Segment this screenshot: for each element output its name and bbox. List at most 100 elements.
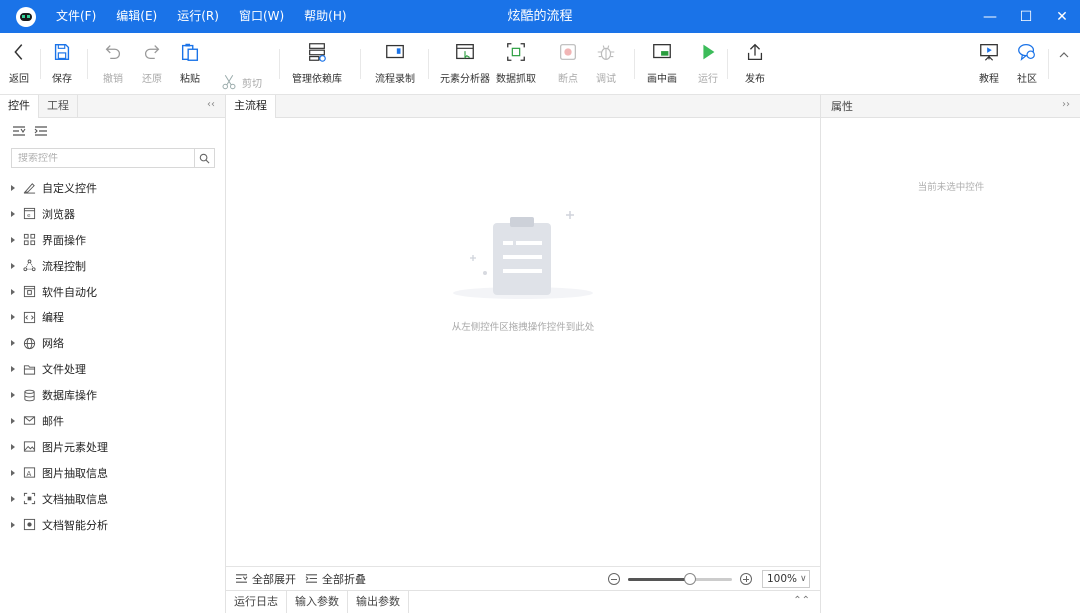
pip-button[interactable]: 画中画 xyxy=(637,41,687,85)
breakpoint-icon xyxy=(560,44,576,60)
expand-arrow-icon xyxy=(11,521,15,528)
tab-main-flow[interactable]: 主流程 xyxy=(226,95,276,118)
dependency-label: 管理依赖库 xyxy=(292,74,342,85)
tab-output-params[interactable]: 输出参数 xyxy=(348,591,409,613)
analyzer-button[interactable]: 元素分析器 xyxy=(440,41,490,85)
expand-bottom-panel-icon[interactable]: ⌃⌃ xyxy=(793,595,810,606)
tree-item-label: 文档智能分析 xyxy=(42,518,108,532)
no-selection-hint: 当前未选中控件 xyxy=(917,182,985,193)
record-button[interactable]: 流程录制 xyxy=(370,41,420,85)
tree-item-mail[interactable]: 邮件 xyxy=(0,408,225,434)
tab-project[interactable]: 工程 xyxy=(39,95,78,117)
collapse-toolbar-icon[interactable] xyxy=(1058,49,1070,61)
undo-label: 撤销 xyxy=(103,74,123,85)
search-button[interactable] xyxy=(194,149,214,167)
tree-item-file-handling[interactable]: 文件处理 xyxy=(0,356,225,382)
tree-item-programming[interactable]: 编程 xyxy=(0,304,225,330)
zoom-value: 100% xyxy=(767,573,798,585)
run-button[interactable]: 运行 xyxy=(683,41,733,85)
empty-hint: 从左侧控件区拖拽操作控件到此处 xyxy=(451,322,595,333)
tree-item-image-elements[interactable]: 图片元素处理 xyxy=(0,434,225,460)
back-label: 返回 xyxy=(9,74,29,85)
capture-button[interactable]: 数据抓取 xyxy=(491,41,541,85)
redo-label: 还原 xyxy=(142,74,162,85)
tree-item-label: 网络 xyxy=(42,337,64,351)
zoom-slider-thumb[interactable] xyxy=(684,572,697,585)
expand-all-label: 全部展开 xyxy=(252,572,296,586)
tab-controls[interactable]: 控件 xyxy=(0,95,39,118)
tree-item-label: 浏览器 xyxy=(42,207,75,221)
tree-item-doc-extract[interactable]: 文档抽取信息 xyxy=(0,486,225,512)
collapse-all-icon xyxy=(305,574,317,583)
chevron-down-icon: ∨ xyxy=(800,574,807,584)
tree-item-doc-ai[interactable]: 文档智能分析 xyxy=(0,512,225,538)
flow-icon xyxy=(23,259,36,272)
menu-help[interactable]: 帮助(H) xyxy=(294,0,356,33)
community-button[interactable]: 社区 xyxy=(1002,41,1052,85)
redo-icon xyxy=(145,45,160,60)
tab-run-log[interactable]: 运行日志 xyxy=(226,591,287,613)
toolbar-divider xyxy=(360,49,361,79)
zoom-slider-fill xyxy=(628,577,691,581)
search-control-box xyxy=(11,148,215,168)
pip-label: 画中画 xyxy=(647,74,677,85)
zoom-select[interactable]: 100% ∨ xyxy=(762,570,810,588)
zoom-in-icon[interactable] xyxy=(740,573,752,585)
capture-label: 数据抓取 xyxy=(496,74,536,85)
cut-button[interactable]: 剪切 xyxy=(220,73,262,91)
expand-arrow-icon xyxy=(11,495,15,502)
collapse-all-button[interactable]: 全部折叠 xyxy=(305,571,366,587)
toolbar-divider xyxy=(1048,49,1049,79)
search-icon xyxy=(199,153,210,163)
dependency-button[interactable]: 管理依赖库 xyxy=(292,41,342,85)
tree-item-flow-control[interactable]: 流程控制 xyxy=(0,253,225,279)
tree-item-software-automation[interactable]: 软件自动化 xyxy=(0,279,225,305)
tree-item-label: 图片抽取信息 xyxy=(42,466,108,480)
search-control-input[interactable] xyxy=(12,152,194,164)
save-icon xyxy=(54,43,70,61)
collapse-left-panel-button[interactable]: ‹‹ xyxy=(207,99,215,110)
collapse-all-icon[interactable] xyxy=(34,125,48,137)
publish-button[interactable]: 发布 xyxy=(730,41,780,85)
save-button[interactable]: 保存 xyxy=(37,41,87,85)
workspace-status-bar: 全部展开 全部折叠 100% ∨ xyxy=(226,566,820,590)
minimize-button[interactable]: — xyxy=(972,0,1008,33)
upload-icon xyxy=(747,43,763,60)
paste-button[interactable]: 粘贴 xyxy=(165,41,215,85)
expand-arrow-icon xyxy=(11,288,15,295)
close-button[interactable]: ✕ xyxy=(1044,0,1080,33)
tree-item-network[interactable]: 网络 xyxy=(0,330,225,356)
tree-item-label: 流程控制 xyxy=(42,259,86,273)
image-text-icon: A xyxy=(23,467,36,478)
expand-all-icon[interactable] xyxy=(12,125,26,137)
expand-arrow-icon xyxy=(11,184,15,191)
menu-window[interactable]: 窗口(W) xyxy=(229,0,294,33)
tab-input-params[interactable]: 输入参数 xyxy=(287,591,348,613)
picture-in-picture-icon xyxy=(653,44,671,59)
zoom-out-icon[interactable] xyxy=(608,573,620,585)
menu-edit[interactable]: 编辑(E) xyxy=(106,0,167,33)
controls-panel: 控件 工程 ‹‹ 自定义控件 e 浏览器 界面操作 流程控制 软件自动化 编程 网… xyxy=(0,95,226,613)
tree-item-label: 文档抽取信息 xyxy=(42,492,108,506)
expand-all-button[interactable]: 全部展开 xyxy=(235,571,296,587)
maximize-button[interactable]: ☐ xyxy=(1008,0,1044,33)
tree-item-image-extract[interactable]: A 图片抽取信息 xyxy=(0,460,225,486)
globe-icon xyxy=(23,337,36,349)
toolbar-divider xyxy=(727,49,728,79)
debug-button[interactable]: 调试 xyxy=(581,41,631,85)
tree-item-database[interactable]: 数据库操作 xyxy=(0,382,225,408)
database-icon xyxy=(24,389,35,401)
tree-item-custom[interactable]: 自定义控件 xyxy=(0,175,225,201)
zoom-slider[interactable] xyxy=(628,572,732,585)
menu-file[interactable]: 文件(F) xyxy=(46,0,106,33)
expand-arrow-icon xyxy=(11,469,15,476)
toolbar-divider xyxy=(279,49,280,79)
tree-item-browser[interactable]: e 浏览器 xyxy=(0,201,225,227)
tree-item-ui-ops[interactable]: 界面操作 xyxy=(0,227,225,253)
tree-item-label: 自定义控件 xyxy=(42,181,97,195)
menu-run[interactable]: 运行(R) xyxy=(167,0,229,33)
image-icon xyxy=(23,441,36,452)
collapse-right-panel-button[interactable]: ›› xyxy=(1062,99,1070,110)
svg-text:A: A xyxy=(27,470,32,478)
breakpoint-label: 断点 xyxy=(558,74,578,85)
